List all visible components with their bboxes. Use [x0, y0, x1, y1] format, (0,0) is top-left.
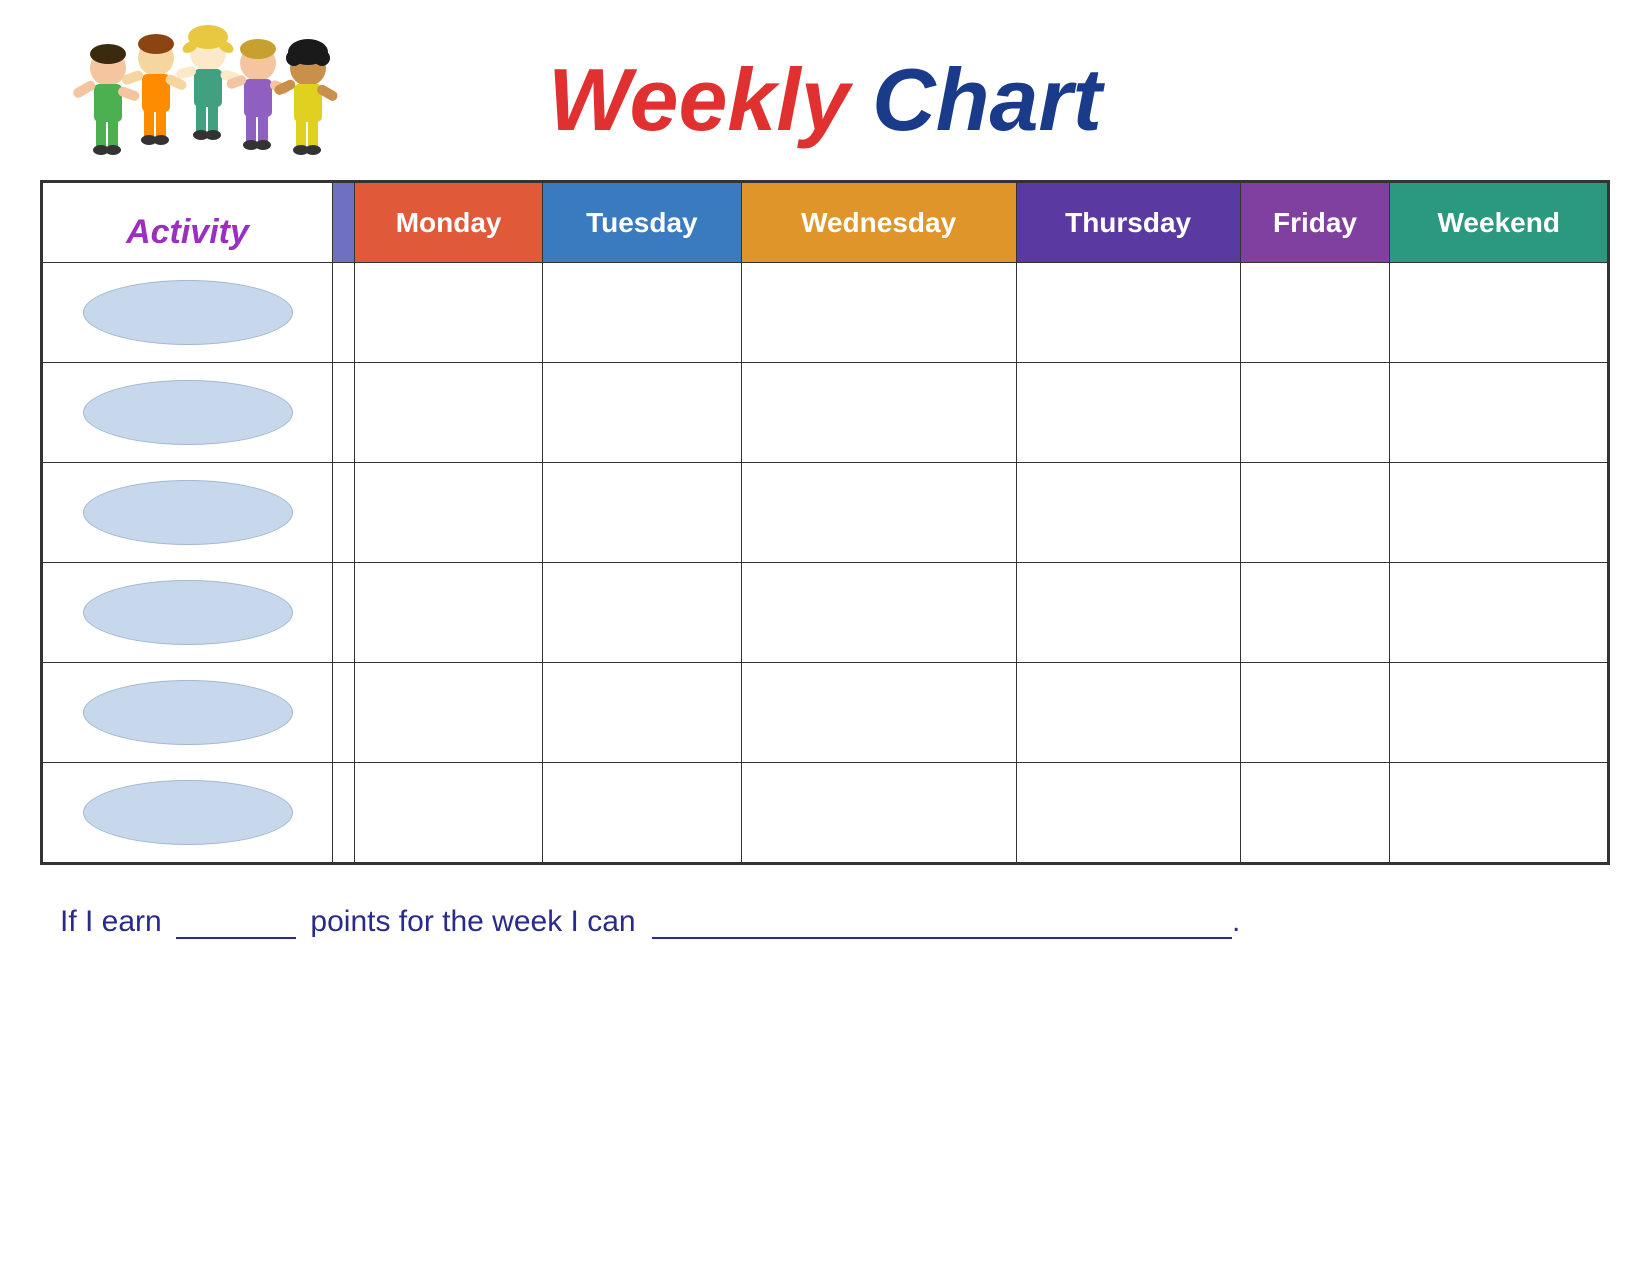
wednesday-cell-3[interactable] [741, 463, 1016, 563]
activity-oval-2 [83, 380, 293, 445]
thursday-cell-3[interactable] [1016, 463, 1240, 563]
activity-oval-1 [83, 280, 293, 345]
page-container: Weekly Chart Activity Monday Tuesday Wed… [0, 0, 1650, 1275]
friday-cell-5[interactable] [1240, 663, 1390, 763]
wednesday-cell-1[interactable] [741, 263, 1016, 363]
tuesday-header: Tuesday [543, 183, 741, 263]
weekend-cell-2[interactable] [1390, 363, 1608, 463]
header: Weekly Chart [40, 30, 1610, 170]
divider-cell-4 [333, 563, 355, 663]
thursday-cell-6[interactable] [1016, 763, 1240, 863]
divider-cell-5 [333, 663, 355, 763]
activity-label: Activity [43, 213, 332, 256]
footer-blank-reward[interactable] [652, 937, 1232, 939]
weekend-cell-6[interactable] [1390, 763, 1608, 863]
monday-cell-6[interactable] [355, 763, 543, 863]
activity-cell-4 [43, 563, 333, 663]
monday-cell-4[interactable] [355, 563, 543, 663]
activity-header: Activity [43, 183, 333, 263]
friday-cell-2[interactable] [1240, 363, 1390, 463]
table-row [43, 463, 1608, 563]
friday-header: Friday [1240, 183, 1390, 263]
chart-wrapper: Activity Monday Tuesday Wednesday Thursd… [40, 180, 1610, 865]
header-row: Activity Monday Tuesday Wednesday Thursd… [43, 183, 1608, 263]
activity-oval-4 [83, 580, 293, 645]
children-illustration [70, 20, 350, 190]
thursday-cell-5[interactable] [1016, 663, 1240, 763]
footer-text-before-blank2: points for the week I can [310, 905, 635, 938]
monday-cell-1[interactable] [355, 263, 543, 363]
weekend-cell-4[interactable] [1390, 563, 1608, 663]
table-row [43, 763, 1608, 863]
tuesday-cell-5[interactable] [543, 663, 741, 763]
activity-oval-3 [83, 480, 293, 545]
divider-cell-3 [333, 463, 355, 563]
activity-oval-5 [83, 680, 293, 745]
thursday-cell-1[interactable] [1016, 263, 1240, 363]
monday-cell-3[interactable] [355, 463, 543, 563]
title-chart: Chart [872, 50, 1102, 149]
activity-cell-5 [43, 663, 333, 763]
friday-cell-3[interactable] [1240, 463, 1390, 563]
monday-cell-5[interactable] [355, 663, 543, 763]
wednesday-cell-5[interactable] [741, 663, 1016, 763]
activity-cell-1 [43, 263, 333, 363]
tuesday-cell-2[interactable] [543, 363, 741, 463]
wednesday-cell-2[interactable] [741, 363, 1016, 463]
activity-oval-6 [83, 780, 293, 845]
tuesday-cell-1[interactable] [543, 263, 741, 363]
wednesday-cell-6[interactable] [741, 763, 1016, 863]
activity-cell-3 [43, 463, 333, 563]
activity-cell-2 [43, 363, 333, 463]
wednesday-header: Wednesday [741, 183, 1016, 263]
footer-text: If I earn points for the week I can . [60, 905, 1240, 938]
weekend-cell-5[interactable] [1390, 663, 1608, 763]
monday-cell-2[interactable] [355, 363, 543, 463]
monday-header: Monday [355, 183, 543, 263]
activity-cell-6 [43, 763, 333, 863]
divider-cell-1 [333, 263, 355, 363]
divider-cell-6 [333, 763, 355, 863]
friday-cell-6[interactable] [1240, 763, 1390, 863]
thursday-header: Thursday [1016, 183, 1240, 263]
table-row [43, 363, 1608, 463]
footer-period: . [1232, 905, 1240, 938]
footer: If I earn points for the week I can . [40, 905, 1610, 939]
footer-blank-points[interactable] [176, 937, 296, 939]
friday-cell-4[interactable] [1240, 563, 1390, 663]
title-container: Weekly Chart [548, 49, 1102, 151]
tuesday-cell-3[interactable] [543, 463, 741, 563]
table-row [43, 263, 1608, 363]
tuesday-cell-4[interactable] [543, 563, 741, 663]
title-weekly: Weekly [548, 50, 850, 149]
thursday-cell-4[interactable] [1016, 563, 1240, 663]
table-row [43, 663, 1608, 763]
divider-header [333, 183, 355, 263]
chart-table: Activity Monday Tuesday Wednesday Thursd… [42, 182, 1608, 863]
friday-cell-1[interactable] [1240, 263, 1390, 363]
divider-cell-2 [333, 363, 355, 463]
footer-text-before-blank1: If I earn [60, 905, 162, 938]
weekend-header: Weekend [1390, 183, 1608, 263]
weekend-cell-3[interactable] [1390, 463, 1608, 563]
thursday-cell-2[interactable] [1016, 363, 1240, 463]
table-row [43, 563, 1608, 663]
tuesday-cell-6[interactable] [543, 763, 741, 863]
wednesday-cell-4[interactable] [741, 563, 1016, 663]
weekend-cell-1[interactable] [1390, 263, 1608, 363]
